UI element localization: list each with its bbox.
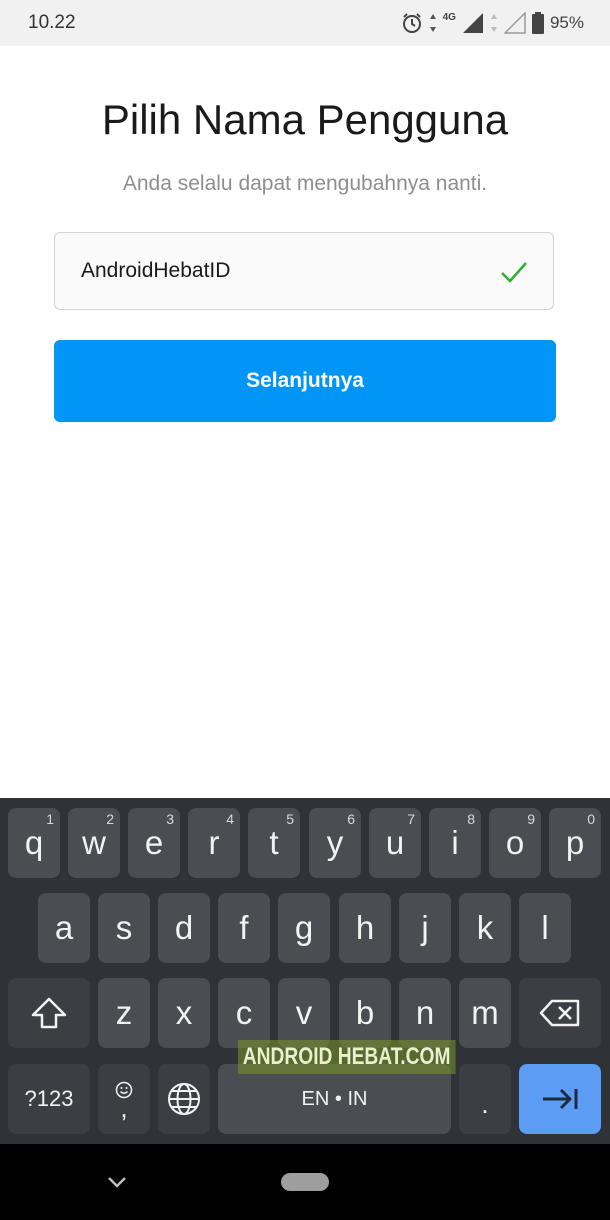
status-bar: 10.22 4G 95% — [0, 0, 610, 46]
key-u[interactable]: u7 — [369, 808, 421, 878]
status-time: 10.22 — [28, 12, 76, 33]
key-g[interactable]: g — [278, 893, 330, 963]
key-v[interactable]: v — [278, 978, 330, 1048]
data-arrows-icon — [429, 14, 436, 32]
network-type: 4G — [442, 11, 456, 23]
key-k[interactable]: k — [459, 893, 511, 963]
navigation-bar — [0, 1144, 610, 1220]
signal-icon — [462, 13, 483, 33]
signup-username-screen: Pilih Nama Pengguna Anda selalu dapat me… — [0, 46, 610, 798]
backspace-icon — [539, 999, 580, 1027]
space-key[interactable]: EN • IN — [218, 1064, 451, 1134]
username-input[interactable] — [81, 233, 481, 309]
key-d[interactable]: d — [158, 893, 210, 963]
key-x[interactable]: x — [158, 978, 210, 1048]
key-w[interactable]: w2 — [68, 808, 120, 878]
key-l[interactable]: l — [519, 893, 571, 963]
page-subtitle: Anda selalu dapat mengubahnya nanti. — [122, 172, 488, 195]
key-n[interactable]: n — [399, 978, 451, 1048]
battery-percent: 95% — [549, 13, 584, 32]
key-e[interactable]: e3 — [128, 808, 180, 878]
enter-icon — [543, 1088, 578, 1110]
key-c[interactable]: c — [218, 978, 270, 1048]
alarm-icon — [402, 13, 421, 33]
period-key[interactable]: . — [459, 1064, 511, 1134]
soft-keyboard: q1 w2 e3 r4 t5 y6 u7 i8 o9 p0 a s d f g … — [0, 798, 610, 1144]
key-z[interactable]: z — [98, 978, 150, 1048]
page-title: Pilih Nama Pengguna — [101, 96, 509, 143]
status-icons: 4G 95% — [401, 10, 584, 36]
key-t[interactable]: t5 — [248, 808, 300, 878]
nav-home-icon[interactable] — [281, 1173, 329, 1191]
shift-icon — [31, 997, 67, 1029]
nav-back-icon[interactable] — [104, 1172, 130, 1192]
check-icon — [501, 262, 527, 283]
key-y[interactable]: y6 — [309, 808, 361, 878]
key-h[interactable]: h — [339, 893, 391, 963]
key-j[interactable]: j — [399, 893, 451, 963]
username-field[interactable] — [54, 232, 554, 310]
signal-empty-icon — [503, 12, 526, 34]
symbols-key[interactable]: ?123 — [8, 1064, 90, 1134]
backspace-key[interactable] — [519, 978, 601, 1048]
globe-icon — [168, 1083, 200, 1115]
battery-icon — [531, 12, 544, 34]
key-s[interactable]: s — [98, 893, 150, 963]
shift-key[interactable] — [8, 978, 90, 1048]
language-key[interactable] — [158, 1064, 210, 1134]
watermark: ANDROID HEBAT.COM — [238, 1040, 456, 1074]
key-b[interactable]: b — [339, 978, 391, 1048]
key-p[interactable]: p0 — [549, 808, 601, 878]
key-r[interactable]: r4 — [188, 808, 240, 878]
key-f[interactable]: f — [218, 893, 270, 963]
key-m[interactable]: m — [459, 978, 511, 1048]
key-a[interactable]: a — [38, 893, 90, 963]
emoji-comma-key[interactable]: , — [98, 1064, 150, 1134]
data-arrows-icon-2 — [490, 14, 497, 32]
key-q[interactable]: q1 — [8, 808, 60, 878]
key-o[interactable]: o9 — [489, 808, 541, 878]
enter-key[interactable] — [519, 1064, 601, 1134]
next-button[interactable]: Selanjutnya — [54, 340, 556, 422]
key-i[interactable]: i8 — [429, 808, 481, 878]
